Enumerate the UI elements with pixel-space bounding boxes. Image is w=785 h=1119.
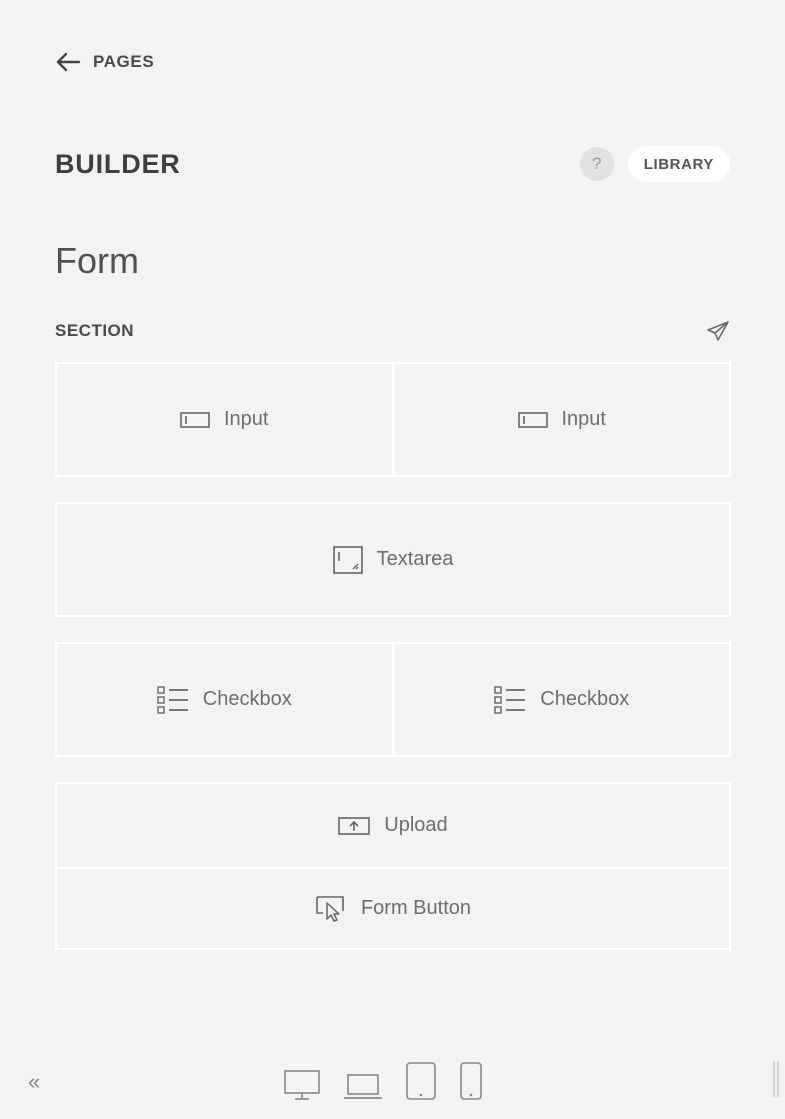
input-field-icon — [517, 411, 548, 428]
upload-element[interactable]: Upload — [57, 784, 729, 867]
help-button[interactable]: ? — [579, 147, 614, 181]
resize-handle[interactable] — [773, 1061, 779, 1097]
builder-header: BUILDER ? LIBRARY — [55, 145, 730, 183]
element-row-checkboxes: Checkbox Checkbox — [55, 642, 731, 757]
element-row-textarea: Textarea — [55, 502, 731, 617]
back-link-label: PAGES — [93, 52, 155, 71]
textarea-icon — [332, 545, 363, 574]
library-button[interactable]: LIBRARY — [627, 146, 730, 182]
form-title: Form — [55, 240, 139, 281]
form-button-element-label: Form Button — [360, 897, 472, 919]
checkbox-element-label: Checkbox — [202, 688, 292, 710]
section-header: SECTION — [55, 318, 730, 344]
checkbox-element-label: Checkbox — [540, 688, 630, 710]
laptop-icon[interactable] — [343, 1071, 383, 1101]
cursor-click-icon — [316, 895, 344, 922]
mobile-icon[interactable] — [459, 1061, 483, 1101]
send-icon[interactable] — [706, 319, 730, 343]
input-element-label: Input — [224, 408, 269, 430]
collapse-sidebar-button[interactable]: « — [28, 1071, 40, 1093]
element-row-upload-button: Upload Form Button — [55, 782, 731, 950]
tablet-icon[interactable] — [405, 1061, 437, 1101]
section-label: SECTION — [55, 321, 135, 340]
bottom-toolbar: « — [0, 1055, 785, 1105]
upload-element-label: Upload — [384, 814, 448, 836]
header-actions: ? LIBRARY — [579, 146, 730, 182]
input-element[interactable]: Input — [391, 364, 730, 475]
desktop-icon[interactable] — [283, 1069, 321, 1101]
form-button-element[interactable]: Form Button — [57, 867, 729, 948]
checkbox-element[interactable]: Checkbox — [391, 644, 730, 755]
input-field-icon — [180, 411, 210, 428]
checkbox-list-icon — [494, 685, 526, 714]
arrow-left-icon — [56, 52, 81, 72]
back-to-pages-link[interactable]: PAGES — [55, 50, 154, 74]
textarea-element[interactable]: Textarea — [57, 504, 729, 615]
input-element-label: Input — [561, 408, 606, 430]
input-element[interactable]: Input — [57, 364, 392, 475]
checkbox-list-icon — [157, 685, 188, 714]
checkbox-element[interactable]: Checkbox — [57, 644, 392, 755]
upload-icon — [338, 816, 371, 835]
textarea-element-label: Textarea — [376, 548, 454, 570]
device-preview-switcher — [283, 1061, 483, 1101]
element-row-inputs: Input Input — [55, 362, 731, 477]
page-title: BUILDER — [55, 148, 181, 179]
